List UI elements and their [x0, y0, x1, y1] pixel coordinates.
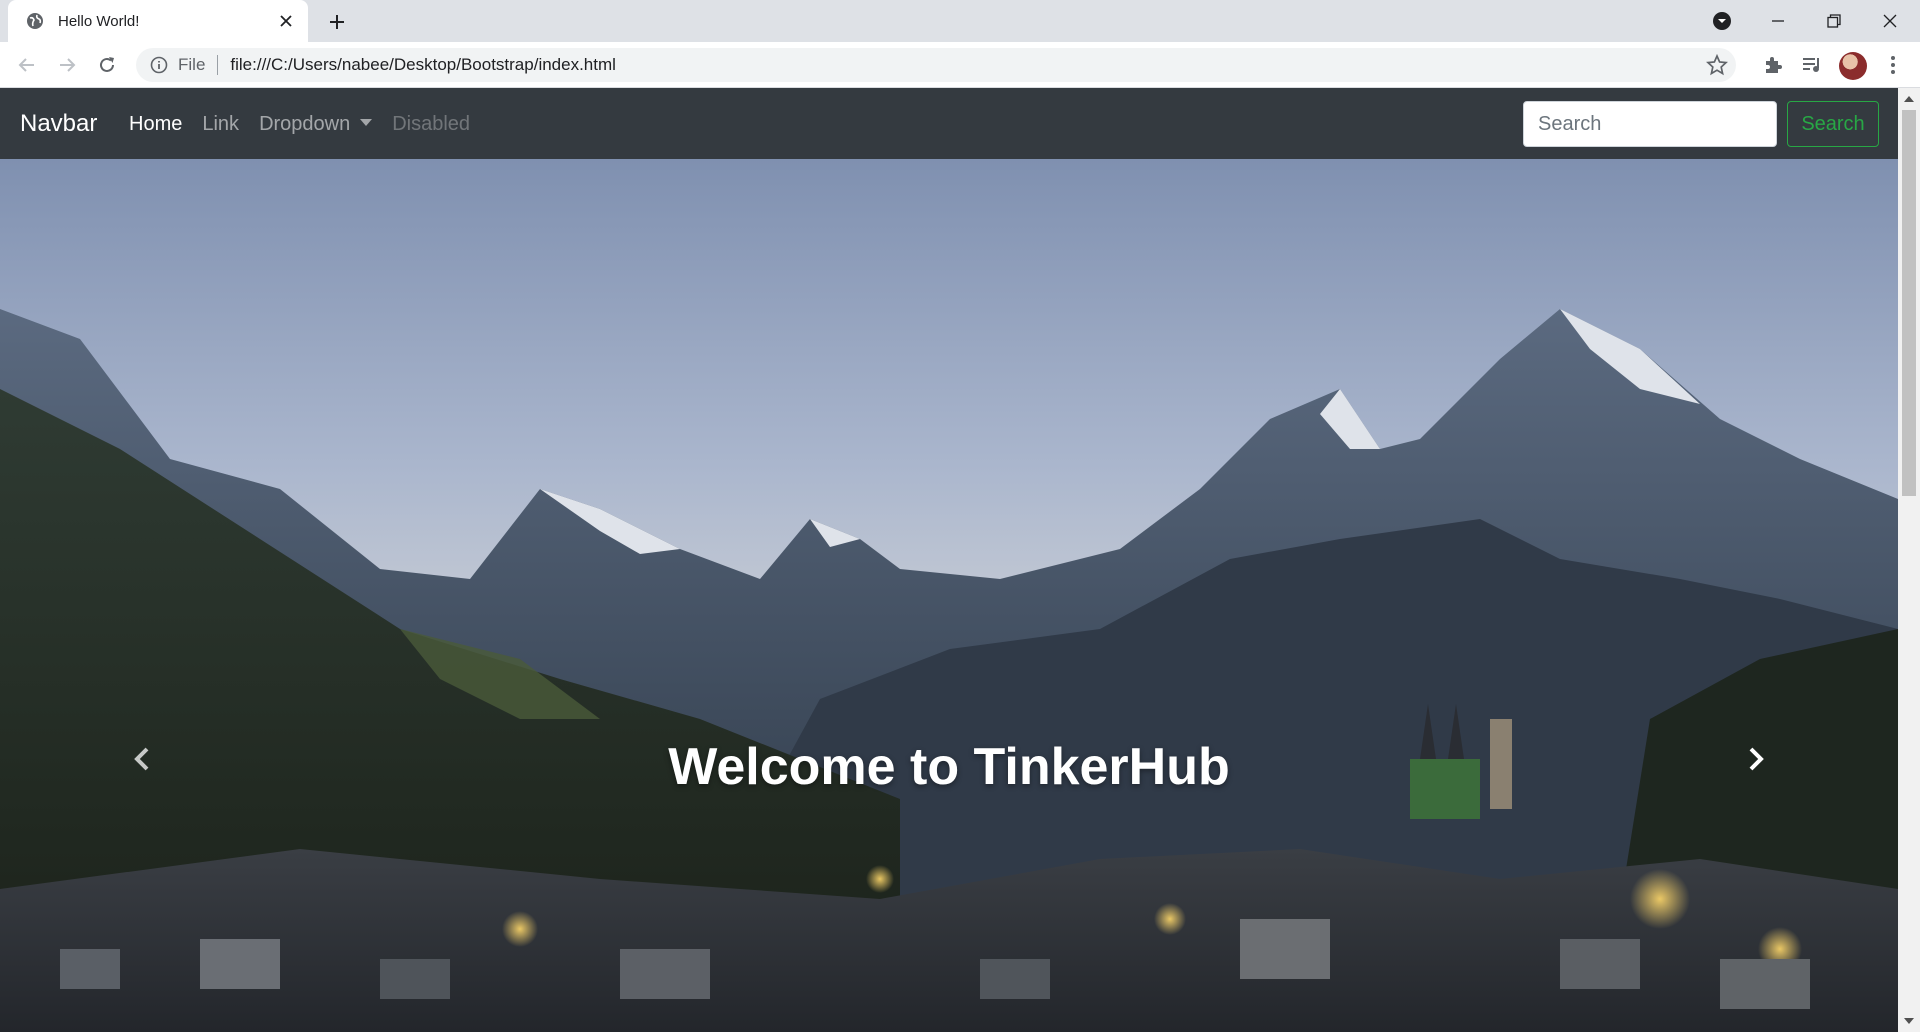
- media-queue-icon[interactable]: [1799, 52, 1825, 78]
- nav-dropdown-label: Dropdown: [259, 113, 351, 135]
- search-button[interactable]: Search: [1787, 101, 1879, 147]
- hero-carousel: Welcome to TinkerHub: [0, 159, 1898, 1032]
- chevron-left-icon: [134, 747, 149, 771]
- site-info-icon[interactable]: [150, 56, 168, 74]
- scroll-up-arrow-icon[interactable]: [1904, 96, 1914, 102]
- nav-dropdown[interactable]: Dropdown: [259, 113, 373, 136]
- address-bar[interactable]: File file:///C:/Users/nabee/Desktop/Boot…: [136, 48, 1736, 82]
- search-input[interactable]: [1523, 101, 1777, 147]
- url-text[interactable]: file:///C:/Users/nabee/Desktop/Bootstrap…: [230, 55, 616, 75]
- minimize-icon[interactable]: [1750, 0, 1806, 42]
- nav-link-disabled: Disabled: [392, 113, 471, 135]
- chevron-right-icon: [1749, 747, 1764, 771]
- scroll-down-arrow-icon[interactable]: [1904, 1018, 1914, 1024]
- carousel-caption: Welcome to TinkerHub: [668, 738, 1230, 796]
- extensions-puzzle-icon[interactable]: [1760, 52, 1786, 78]
- nav-link-home[interactable]: Home: [129, 113, 182, 136]
- tab-close-icon[interactable]: [276, 11, 296, 31]
- nav-link-link[interactable]: Link: [202, 113, 239, 136]
- scrollbar-thumb[interactable]: [1902, 110, 1916, 496]
- carousel-next-button[interactable]: [1736, 739, 1776, 779]
- carousel-prev-button[interactable]: [122, 739, 162, 779]
- browser-tab[interactable]: Hello World!: [8, 0, 308, 42]
- profile-avatar[interactable]: [1839, 52, 1867, 80]
- new-tab-icon[interactable]: [323, 8, 351, 36]
- browser-menu-icon[interactable]: [1880, 52, 1906, 78]
- back-icon[interactable]: [12, 50, 42, 80]
- page-viewport: Navbar Home Link Dropdown Disabled Searc…: [0, 88, 1898, 1032]
- page-scrollbar[interactable]: [1898, 88, 1920, 1032]
- dropdown-caret-icon: [360, 119, 373, 127]
- url-separator: [217, 55, 219, 75]
- bookmark-star-icon[interactable]: [1706, 54, 1728, 76]
- close-window-icon[interactable]: [1862, 0, 1918, 42]
- navbar-brand[interactable]: Navbar: [20, 110, 97, 138]
- browser-tab-strip: Hello World!: [0, 0, 1920, 42]
- url-scheme-label: File: [178, 55, 206, 74]
- globe-icon: [27, 13, 43, 29]
- navbar: Navbar Home Link Dropdown Disabled Searc…: [0, 88, 1898, 159]
- navbar-links: Home Link Dropdown Disabled: [129, 113, 490, 136]
- tab-title: Hello World!: [58, 12, 140, 30]
- forward-icon[interactable]: [52, 50, 82, 80]
- mountain-village-image: [0, 159, 1898, 1032]
- browser-toolbar: File file:///C:/Users/nabee/Desktop/Boot…: [0, 42, 1920, 88]
- reload-icon[interactable]: [92, 50, 122, 80]
- tab-search-icon[interactable]: [1694, 0, 1750, 42]
- restore-icon[interactable]: [1806, 0, 1862, 42]
